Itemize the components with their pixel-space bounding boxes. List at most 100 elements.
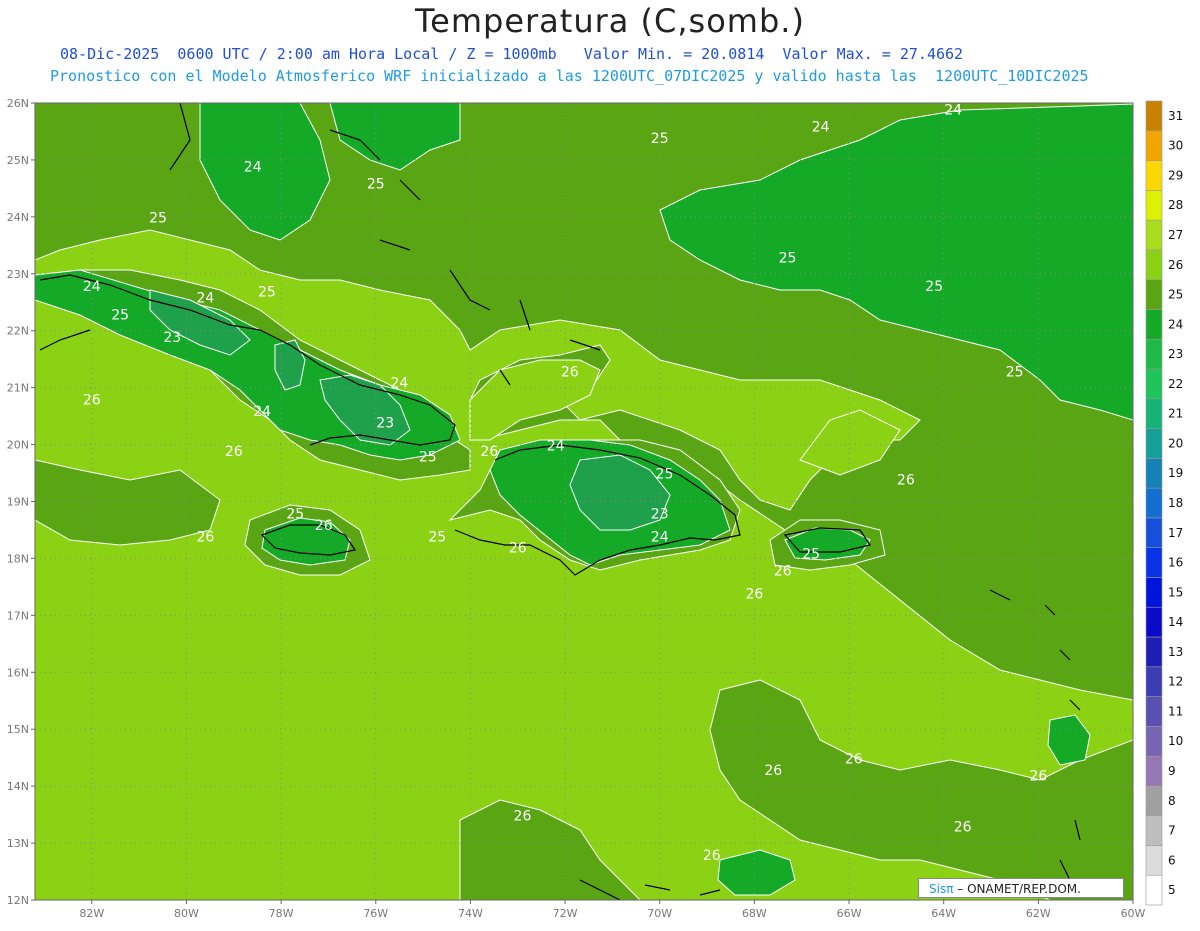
contour-label: 25 [419, 450, 437, 466]
lat-tick-label: 16N [7, 666, 29, 679]
lat-tick-label: 20N [7, 439, 29, 452]
colorbar-label: 24 [1168, 317, 1183, 331]
contour-label: 26 [514, 808, 532, 824]
contour-label: 25 [1006, 364, 1024, 380]
contour-label: 25 [111, 307, 129, 323]
colorbar-label: 11 [1168, 704, 1183, 718]
lat-tick-label: 23N [7, 268, 29, 281]
contour-label: 26 [764, 763, 782, 779]
colorbar-swatch [1145, 845, 1163, 876]
contour-label: 25 [367, 176, 385, 192]
colorbar-swatch [1145, 726, 1163, 757]
colorbar-label: 20 [1168, 436, 1183, 450]
colorbar-label: 14 [1168, 615, 1183, 629]
lat-tick-label: 14N [7, 780, 29, 793]
colorbar-label: 8 [1168, 794, 1176, 808]
colorbar-swatch [1145, 666, 1163, 697]
colorbar-swatch [1145, 100, 1163, 132]
lat-tick-label: 24N [7, 211, 29, 224]
contour-label: 25 [149, 211, 167, 227]
lon-tick-label: 76W [363, 907, 388, 920]
colorbar-label: 29 [1168, 168, 1183, 182]
colorbar-swatch [1145, 309, 1163, 340]
contour-label: 24 [651, 529, 669, 545]
lat-tick-label: 19N [7, 496, 29, 509]
colorbar-label: 18 [1168, 496, 1183, 510]
colorbar-label: 30 [1168, 139, 1183, 153]
contour-label: 25 [802, 546, 820, 562]
colorbar-label: 23 [1168, 347, 1183, 361]
colorbar-label: 10 [1168, 734, 1183, 748]
map-container: 24 24 25 23 25 24 25 25 24 23 24 26 26 25 26 24 25 23 24 25… [0, 0, 1200, 927]
lat-tick-label: 17N [7, 609, 29, 622]
lon-tick-label: 64W [931, 907, 956, 920]
contour-label: 24 [196, 290, 214, 306]
color-bar: 5 6 7 8 9 10 11 12 13 14 15 16 17 18 19 20 21 22 23 24 25 26 2… [1145, 100, 1183, 906]
contour-label: 26 [480, 444, 498, 460]
lat-tick-label: 18N [7, 552, 29, 565]
colorbar-swatch [1145, 398, 1163, 429]
lon-tick-label: 74W [458, 907, 483, 920]
colorbar-label: 13 [1168, 645, 1183, 659]
contour-label: 24 [547, 438, 565, 454]
contour-label: 26 [745, 586, 763, 602]
colorbar-swatch [1145, 279, 1163, 310]
contour-label: 25 [925, 279, 943, 295]
contour-label: 24 [253, 404, 271, 420]
lon-tick-label: 70W [647, 907, 672, 920]
colorbar-label: 16 [1168, 556, 1183, 570]
colorbar-swatch [1145, 458, 1163, 489]
credit-sis-logo: Sisπ [929, 882, 954, 896]
colorbar-label: 6 [1168, 853, 1176, 867]
lon-tick-label: 72W [553, 907, 578, 920]
colorbar-label: 5 [1168, 883, 1176, 897]
contour-label: 26 [774, 564, 792, 580]
contour-label: 25 [656, 467, 674, 483]
contour-label: 25 [286, 507, 304, 523]
colorbar-label: 31 [1168, 109, 1183, 123]
contour-label: 24 [391, 376, 409, 392]
contour-label: 26 [315, 518, 333, 534]
longitude-axis: 82W 80W 78W 76W 74W 72W 70W 68W 66W 64W 62W 60W [79, 900, 1146, 920]
contour-label: 26 [225, 444, 243, 460]
lon-tick-label: 62W [1026, 907, 1051, 920]
contour-label: 26 [561, 364, 579, 380]
contour-label: 26 [1029, 768, 1047, 784]
lat-tick-label: 12N [7, 894, 29, 907]
colorbar-swatch [1145, 368, 1163, 400]
credit-text: – ONAMET/REP.DOM. [953, 882, 1081, 896]
colorbar-label: 21 [1168, 407, 1183, 421]
latitude-axis: 26N 25N 24N 23N 22N 21N 20N 19N 18N 17N 16N 15N 14N 1… [7, 97, 35, 907]
colorbar-swatch [1145, 606, 1163, 638]
lon-tick-label: 78W [269, 907, 294, 920]
contour-label: 23 [651, 507, 669, 523]
lon-tick-label: 80W [174, 907, 199, 920]
colorbar-swatch [1145, 130, 1163, 161]
contour-label: 24 [812, 119, 830, 135]
colorbar-swatch [1145, 190, 1163, 221]
lat-tick-label: 22N [7, 325, 29, 338]
colorbar-label: 27 [1168, 228, 1183, 242]
colorbar-swatch [1145, 785, 1163, 816]
contour-label: 24 [83, 279, 101, 295]
lat-tick-label: 15N [7, 723, 29, 736]
colorbar-label: 22 [1168, 377, 1183, 391]
contour-label: 24 [944, 102, 962, 118]
colorbar-swatch [1145, 487, 1163, 519]
contour-label: 26 [196, 529, 214, 545]
colorbar-swatch [1145, 428, 1163, 459]
colorbar-swatch [1145, 636, 1163, 668]
map-field [35, 103, 1133, 900]
colorbar-label: 15 [1168, 585, 1183, 599]
contour-label: 26 [845, 751, 863, 767]
contour-label: 26 [897, 472, 915, 488]
colorbar-label: 25 [1168, 288, 1183, 302]
lon-tick-label: 66W [837, 907, 862, 920]
contour-label: 26 [509, 541, 527, 557]
colorbar-swatch [1145, 815, 1163, 846]
colorbar-swatch [1145, 517, 1163, 548]
lon-tick-label: 82W [79, 907, 104, 920]
contour-label: 26 [703, 848, 721, 864]
contour-label: 24 [244, 159, 262, 175]
colorbar-swatch [1145, 577, 1163, 608]
